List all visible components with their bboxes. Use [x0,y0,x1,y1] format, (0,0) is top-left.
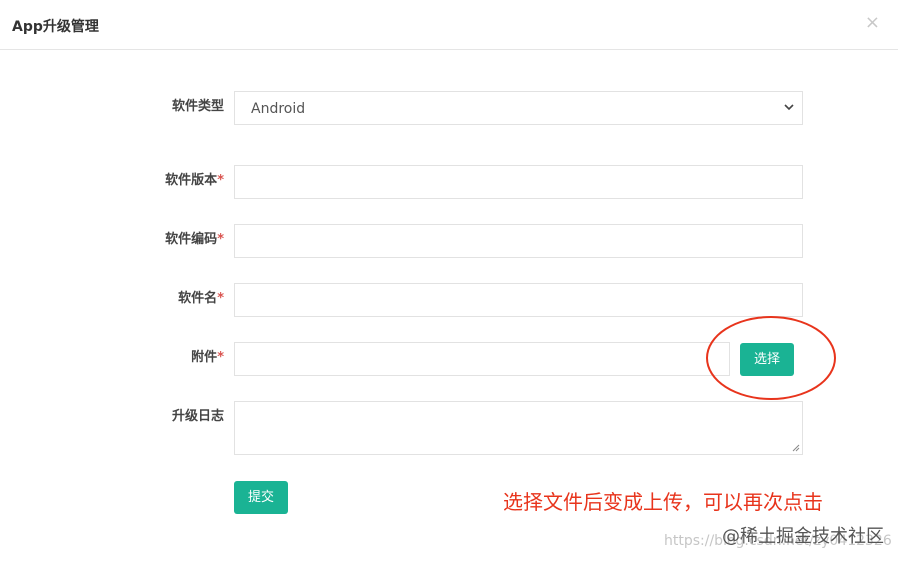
software-type-label: 软件类型 [114,95,224,114]
close-icon[interactable]: × [865,13,880,33]
software-code-input[interactable] [234,224,803,258]
software-name-label: 软件名* [114,287,224,306]
software-code-label: 软件编码* [114,228,224,247]
dialog-header: App升级管理 × [0,0,898,50]
software-version-label: 软件版本* [114,169,224,188]
required-mark: * [217,232,224,247]
attachment-label: 附件* [114,346,224,365]
resize-handle-icon[interactable] [792,444,800,452]
attachment-input[interactable] [234,342,730,376]
upgrade-log-label-text: 升级日志 [171,409,224,424]
software-type-value: Android [251,101,306,117]
required-mark: * [217,291,224,306]
submit-button[interactable]: 提交 [234,481,288,514]
required-mark: * [217,350,224,365]
software-code-label-text: 软件编码 [165,232,218,247]
dialog-title: App升级管理 [12,19,99,35]
annotation-text: 选择文件后变成上传，可以再次点击 [503,490,823,514]
software-version-input[interactable] [234,165,803,199]
attachment-label-text: 附件 [191,350,218,365]
software-type-select[interactable]: Android [234,91,803,125]
highlight-ellipse [706,316,836,400]
watermark-brand: @稀土掘金技术社区 [722,526,884,547]
chevron-down-icon [784,104,794,111]
software-name-input[interactable] [234,283,803,317]
upgrade-log-textarea[interactable] [234,401,803,455]
software-name-label-text: 软件名 [178,291,218,306]
upgrade-log-label: 升级日志 [114,405,224,424]
software-version-label-text: 软件版本 [165,173,218,188]
software-type-label-text: 软件类型 [171,99,224,114]
required-mark: * [217,173,224,188]
